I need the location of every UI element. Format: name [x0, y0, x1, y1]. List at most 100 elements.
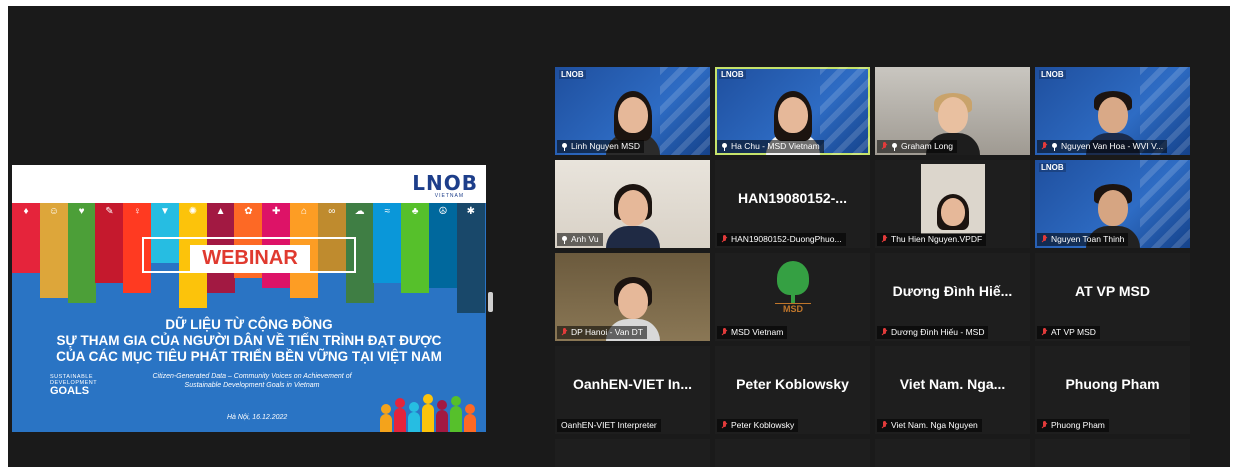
- split-view-handle[interactable]: [488, 292, 493, 312]
- sdg-goal-icon: ☁: [354, 206, 365, 217]
- participant-tile[interactable]: Anh Vu: [555, 160, 710, 248]
- participant-name: Linh Nguyen MSD: [571, 141, 640, 151]
- sdg-goal-icon: ♀: [133, 206, 141, 217]
- sdg-goal-icon: ▲: [215, 206, 226, 217]
- participant-tile[interactable]: Dương Đình Hiế... Dương Đình Hiếu - MSD: [875, 253, 1030, 341]
- participant-name-bar: Thu Hien Nguyen.VPDF: [877, 233, 987, 246]
- msd-tree-logo-icon: MSD: [773, 261, 813, 315]
- participant-name-bar: OanhEN-VIET Interpreter: [557, 419, 661, 432]
- lnob-background-logo: LNOB: [1039, 70, 1066, 79]
- participant-tile[interactable]: [875, 439, 1030, 467]
- lnob-logo: LNOB: [412, 171, 478, 195]
- participant-tile[interactable]: MSD MSD Vietnam: [715, 253, 870, 341]
- participant-name: HAN19080152-DuongPhuo...: [731, 234, 842, 244]
- participant-tile[interactable]: Viet Nam. Nga... Viet Nam. Nga Nguyen: [875, 346, 1030, 434]
- sdg-goal-bar: ☺: [39, 203, 68, 298]
- sdg-goal-bar: ☮: [429, 203, 457, 288]
- msd-logo-text: MSD: [775, 303, 811, 314]
- participant-tile[interactable]: HAN19080152-... HAN19080152-DuongPhuo...: [715, 160, 870, 248]
- participant-name: OanhEN-VIET Interpreter: [561, 420, 657, 430]
- participant-tile[interactable]: DP Hanoi - Van DT: [555, 253, 710, 341]
- sdg-goal-icon: ♦: [23, 206, 29, 217]
- lnob-logo-subtitle: VIETNAM: [434, 193, 464, 199]
- shared-screen-slide[interactable]: LNOB VIETNAM ♦ ☺ ♥ ✎ ♀ ▼ ✺ ▲ ✿ ✚ ⌂ ∞ ☁ ≈ ♣ ☮ ✱ WEBINAR D…: [12, 165, 486, 432]
- webinar-label: WEBINAR: [190, 245, 310, 271]
- participant-name: Viet Nam. Nga Nguyen: [891, 420, 978, 430]
- mic-muted-icon: [881, 421, 888, 430]
- participant-display-name: OanhEN-VIET In...: [572, 376, 692, 392]
- sdg-goal-icon: ▼: [160, 206, 170, 217]
- sdg-goal-icon: ✱: [466, 206, 475, 217]
- participant-tile-active-speaker[interactable]: LNOB Ha Chu - MSD Vietnam: [715, 67, 870, 155]
- participant-display-name: Phuong Pham: [1065, 376, 1160, 392]
- lnob-background-logo: LNOB: [719, 70, 746, 79]
- participant-display-name: AT VP MSD: [1075, 283, 1150, 299]
- participant-tile[interactable]: Thu Hien Nguyen.VPDF: [875, 160, 1030, 248]
- participant-name: Dương Đình Hiếu - MSD: [891, 327, 985, 337]
- sdg-goal-icon: ⌂: [300, 206, 308, 217]
- sdg-goal-icon: ✚: [271, 206, 281, 217]
- interpreter-icon: [561, 235, 568, 244]
- participant-name-bar: DP Hanoi - Van DT: [557, 326, 647, 339]
- sdg-goal-bar: ♦: [12, 203, 40, 273]
- participant-name: MSD Vietnam: [731, 327, 784, 337]
- mic-muted-icon: [1041, 235, 1048, 244]
- participant-name-bar: Phuong Pham: [1037, 419, 1109, 432]
- participant-name: Thu Hien Nguyen.VPDF: [891, 234, 983, 244]
- vn-title-line-3: CỦA CÁC MỤC TIÊU PHÁT TRIỂN BỀN VỮNG TẠI…: [56, 349, 442, 364]
- en-title-line-2: Sustainable Development Goals in Vietnam: [184, 382, 320, 389]
- interpreter-icon: [1051, 142, 1058, 151]
- en-title-line-1: Citizen-Generated Data – Community Voice…: [152, 373, 352, 380]
- sdg-goal-icon: ✺: [188, 206, 197, 217]
- participant-name: Anh Vu: [571, 234, 599, 244]
- sdg-goal-bar: ♥: [67, 203, 96, 303]
- participant-name-bar: AT VP MSD: [1037, 326, 1100, 339]
- participant-video: [605, 182, 660, 248]
- sdg-goal-bar: ♣: [401, 203, 430, 293]
- participant-tile[interactable]: LNOB Nguyen Van Hoa - WVI V...: [1035, 67, 1190, 155]
- participant-name: Nguyen Toan Thinh: [1051, 234, 1125, 244]
- participant-name-bar: HAN19080152-DuongPhuo...: [717, 233, 846, 246]
- mic-muted-icon: [1041, 328, 1048, 337]
- participant-tile[interactable]: Graham Long: [875, 67, 1030, 155]
- participant-tile[interactable]: LNOB Linh Nguyen MSD: [555, 67, 710, 155]
- sdg-goal-icon: ≈: [384, 206, 391, 217]
- participant-tile[interactable]: OanhEN-VIET In... OanhEN-VIET Interprete…: [555, 346, 710, 434]
- participant-name-bar: MSD Vietnam: [717, 326, 788, 339]
- participant-name: AT VP MSD: [1051, 327, 1096, 337]
- vn-title-line-2: SỰ THAM GIA CỦA NGƯỜI DÂN VỀ TIẾN TRÌNH …: [56, 333, 442, 348]
- participant-tile[interactable]: Peter Koblowsky Peter Koblowsky: [715, 346, 870, 434]
- participant-name-bar: Peter Koblowsky: [717, 419, 799, 432]
- participant-tile[interactable]: [555, 439, 710, 467]
- sdg-logo-line-3: GOALS: [50, 385, 90, 397]
- participant-tile[interactable]: [715, 439, 870, 467]
- interpreter-icon: [721, 142, 728, 151]
- participant-name-bar: Linh Nguyen MSD: [557, 140, 644, 153]
- sdg-goal-bar: ≈: [373, 203, 402, 283]
- mic-muted-icon: [881, 328, 888, 337]
- mic-muted-icon: [1041, 421, 1048, 430]
- participant-name-bar: Anh Vu: [557, 233, 603, 246]
- sdg-goal-bar: ✎: [95, 203, 124, 283]
- sdg-goal-icon: ♣: [411, 206, 419, 217]
- participant-display-name: HAN19080152-...: [738, 190, 847, 206]
- participant-tile[interactable]: LNOB Nguyen Toan Thinh: [1035, 160, 1190, 248]
- participant-name-bar: Nguyen Van Hoa - WVI V...: [1037, 140, 1168, 153]
- mic-muted-icon: [881, 142, 888, 151]
- mic-muted-icon: [721, 421, 728, 430]
- sdg-goal-icon: ✿: [244, 206, 253, 217]
- slide-date: Hà Nội, 16.12.2022: [227, 414, 288, 421]
- mic-muted-icon: [721, 328, 728, 337]
- participant-tile[interactable]: AT VP MSD AT VP MSD: [1035, 253, 1190, 341]
- participant-display-name: Peter Koblowsky: [736, 376, 849, 392]
- sdg-logo: SUSTAINABLE DEVELOPMENT GOALS: [50, 374, 97, 397]
- sdg-goal-icon: ☮: [438, 206, 448, 217]
- interpreter-icon: [561, 142, 568, 151]
- participant-name-bar: Viet Nam. Nga Nguyen: [877, 419, 982, 432]
- participant-tile[interactable]: [1035, 439, 1190, 467]
- sdg-goal-icon: ☺: [48, 206, 59, 217]
- participant-name-bar: Ha Chu - MSD Vietnam: [717, 140, 824, 153]
- participant-name: Phuong Pham: [1051, 420, 1105, 430]
- participant-tile[interactable]: Phuong Pham Phuong Pham: [1035, 346, 1190, 434]
- sdg-goal-icon: ∞: [328, 206, 336, 217]
